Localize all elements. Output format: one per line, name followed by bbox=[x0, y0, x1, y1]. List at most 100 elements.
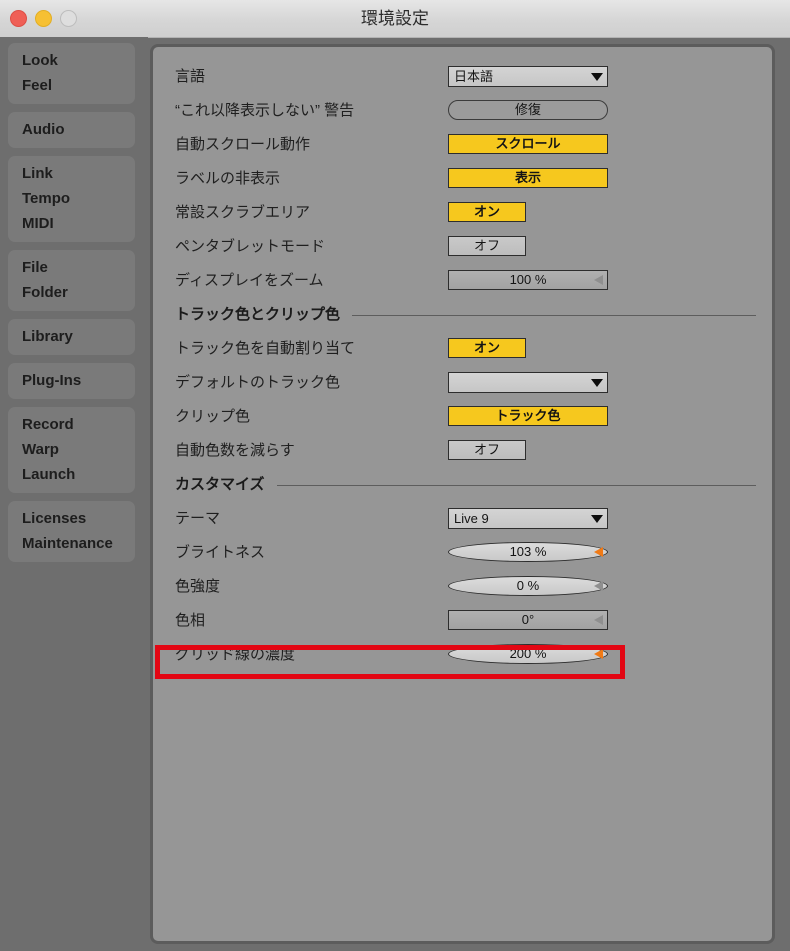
setting-row: クリップ色 トラック色 bbox=[153, 400, 772, 434]
setting-control: 表示 bbox=[448, 168, 608, 188]
sidebar-item-warp[interactable]: Warp bbox=[8, 437, 135, 462]
slider-value: 200 % bbox=[509, 646, 547, 661]
slider-handle-icon[interactable] bbox=[594, 649, 603, 659]
setting-label: 色強度 bbox=[175, 578, 221, 595]
sidebar-item-library[interactable]: Library bbox=[8, 324, 135, 349]
settings-list: 言語 日本語 “これ以降表示しない” 警告 修復自動スクロール動作 スクロールラベルの非… bbox=[153, 47, 772, 672]
title-bar: 環境設定 bbox=[0, 0, 790, 38]
preferences-window: 環境設定 Look Feel Audio Link Tempo MIDI File Folde… bbox=[0, 0, 790, 951]
setting-row: デフォルトのトラック色 bbox=[153, 366, 772, 400]
setting-control: 0 % bbox=[448, 576, 608, 596]
toggle-button-on[interactable]: トラック色 bbox=[448, 406, 608, 426]
toggle-button-off[interactable]: オフ bbox=[448, 236, 526, 256]
setting-row: 言語 日本語 bbox=[153, 60, 772, 94]
sidebar-item-feel[interactable]: Feel bbox=[8, 73, 135, 98]
setting-row: ペンタブレットモード オフ bbox=[153, 230, 772, 264]
sidebar-item-folder[interactable]: Folder bbox=[8, 280, 135, 305]
slider-value: 103 % bbox=[509, 544, 547, 559]
toggle-button-off[interactable]: オフ bbox=[448, 440, 526, 460]
setting-label: 色相 bbox=[175, 612, 206, 629]
setting-row: ラベルの非表示 表示 bbox=[153, 162, 772, 196]
sidebar-item-look[interactable]: Look bbox=[8, 48, 135, 73]
setting-label: デフォルトのトラック色 bbox=[175, 374, 341, 391]
sidebar-group: Audio bbox=[8, 112, 135, 148]
toggle-button-on[interactable]: オン bbox=[448, 338, 526, 358]
dropdown-select[interactable]: 日本語 bbox=[448, 66, 608, 87]
setting-control: 0° bbox=[448, 610, 608, 630]
sidebar-group: Licenses Maintenance bbox=[8, 501, 135, 562]
sidebar: Look Feel Audio Link Tempo MIDI File Folder Libr… bbox=[0, 37, 148, 951]
dropdown-select[interactable] bbox=[448, 372, 608, 393]
slider-handle-icon[interactable] bbox=[594, 275, 603, 285]
setting-row: “これ以降表示しない” 警告 修復 bbox=[153, 94, 772, 128]
setting-label: グリッド線の濃度 bbox=[175, 646, 296, 663]
setting-control: 100 % bbox=[448, 270, 608, 290]
sidebar-item-tempo[interactable]: Tempo bbox=[8, 186, 135, 211]
setting-label: 自動スクロール動作 bbox=[175, 136, 311, 153]
setting-row: ディスプレイをズーム 100 % bbox=[153, 264, 772, 298]
section-header: トラック色とクリップ色 bbox=[153, 298, 772, 332]
sidebar-item-record[interactable]: Record bbox=[8, 412, 135, 437]
setting-control: オフ bbox=[448, 236, 526, 256]
section-title: カスタマイズ bbox=[175, 476, 265, 493]
section-title: トラック色とクリップ色 bbox=[175, 306, 341, 323]
setting-control: オン bbox=[448, 202, 526, 222]
restore-button[interactable]: 修復 bbox=[448, 100, 608, 120]
dropdown-value: Live 9 bbox=[454, 511, 489, 526]
setting-control: 修復 bbox=[448, 100, 608, 120]
value-slider[interactable]: 103 % bbox=[448, 542, 608, 562]
setting-label: 言語 bbox=[175, 68, 206, 85]
sidebar-group: File Folder bbox=[8, 250, 135, 311]
sidebar-group: Link Tempo MIDI bbox=[8, 156, 135, 242]
section-divider bbox=[277, 485, 756, 486]
sidebar-item-plug-ins[interactable]: Plug-Ins bbox=[8, 368, 135, 393]
section-header: カスタマイズ bbox=[153, 468, 772, 502]
slider-value: 100 % bbox=[509, 272, 547, 287]
setting-label: クリップ色 bbox=[175, 408, 251, 425]
sidebar-group: Record Warp Launch bbox=[8, 407, 135, 493]
dropdown-value: 日本語 bbox=[454, 69, 494, 84]
sidebar-group: Look Feel bbox=[8, 43, 135, 104]
slider-handle-icon[interactable] bbox=[594, 581, 603, 591]
sidebar-item-launch[interactable]: Launch bbox=[8, 462, 135, 487]
value-slider[interactable]: 0 % bbox=[448, 576, 608, 596]
value-slider[interactable]: 200 % bbox=[448, 644, 608, 664]
setting-control: オフ bbox=[448, 440, 526, 460]
setting-row: トラック色を自動割り当て オン bbox=[153, 332, 772, 366]
setting-label: “これ以降表示しない” 警告 bbox=[175, 102, 355, 119]
setting-control bbox=[448, 372, 608, 393]
preferences-panel: 言語 日本語 “これ以降表示しない” 警告 修復自動スクロール動作 スクロールラベルの非… bbox=[150, 44, 775, 944]
sidebar-item-link[interactable]: Link bbox=[8, 161, 135, 186]
sidebar-group: Library bbox=[8, 319, 135, 355]
setting-row: 色強度 0 % bbox=[153, 570, 772, 604]
setting-label: ラベルの非表示 bbox=[175, 170, 281, 187]
sidebar-item-licenses[interactable]: Licenses bbox=[8, 506, 135, 531]
slider-handle-icon[interactable] bbox=[594, 615, 603, 625]
chevron-down-icon bbox=[591, 379, 603, 387]
setting-row: 常設スクラブエリア オン bbox=[153, 196, 772, 230]
setting-control: 103 % bbox=[448, 542, 608, 562]
setting-label: ブライトネス bbox=[175, 544, 266, 561]
section-divider bbox=[352, 315, 756, 316]
toggle-button-on[interactable]: オン bbox=[448, 202, 526, 222]
setting-control: Live 9 bbox=[448, 508, 608, 529]
value-slider[interactable]: 100 % bbox=[448, 270, 608, 290]
sidebar-item-maintenance[interactable]: Maintenance bbox=[8, 531, 135, 556]
sidebar-item-midi[interactable]: MIDI bbox=[8, 211, 135, 236]
value-slider[interactable]: 0° bbox=[448, 610, 608, 630]
setting-label: ペンタブレットモード bbox=[175, 238, 326, 255]
toggle-button-on[interactable]: スクロール bbox=[448, 134, 608, 154]
sidebar-item-audio[interactable]: Audio bbox=[8, 117, 135, 142]
sidebar-item-file[interactable]: File bbox=[8, 255, 135, 280]
setting-control: 200 % bbox=[448, 644, 608, 664]
setting-row: 自動色数を減らす オフ bbox=[153, 434, 772, 468]
dropdown-select[interactable]: Live 9 bbox=[448, 508, 608, 529]
sidebar-group: Plug-Ins bbox=[8, 363, 135, 399]
setting-label: 常設スクラブエリア bbox=[175, 204, 311, 221]
window-title: 環境設定 bbox=[361, 9, 429, 28]
setting-row: テーマ Live 9 bbox=[153, 502, 772, 536]
slider-handle-icon[interactable] bbox=[594, 547, 603, 557]
toggle-button-on[interactable]: 表示 bbox=[448, 168, 608, 188]
setting-control: オン bbox=[448, 338, 526, 358]
setting-label: 自動色数を減らす bbox=[175, 442, 295, 459]
